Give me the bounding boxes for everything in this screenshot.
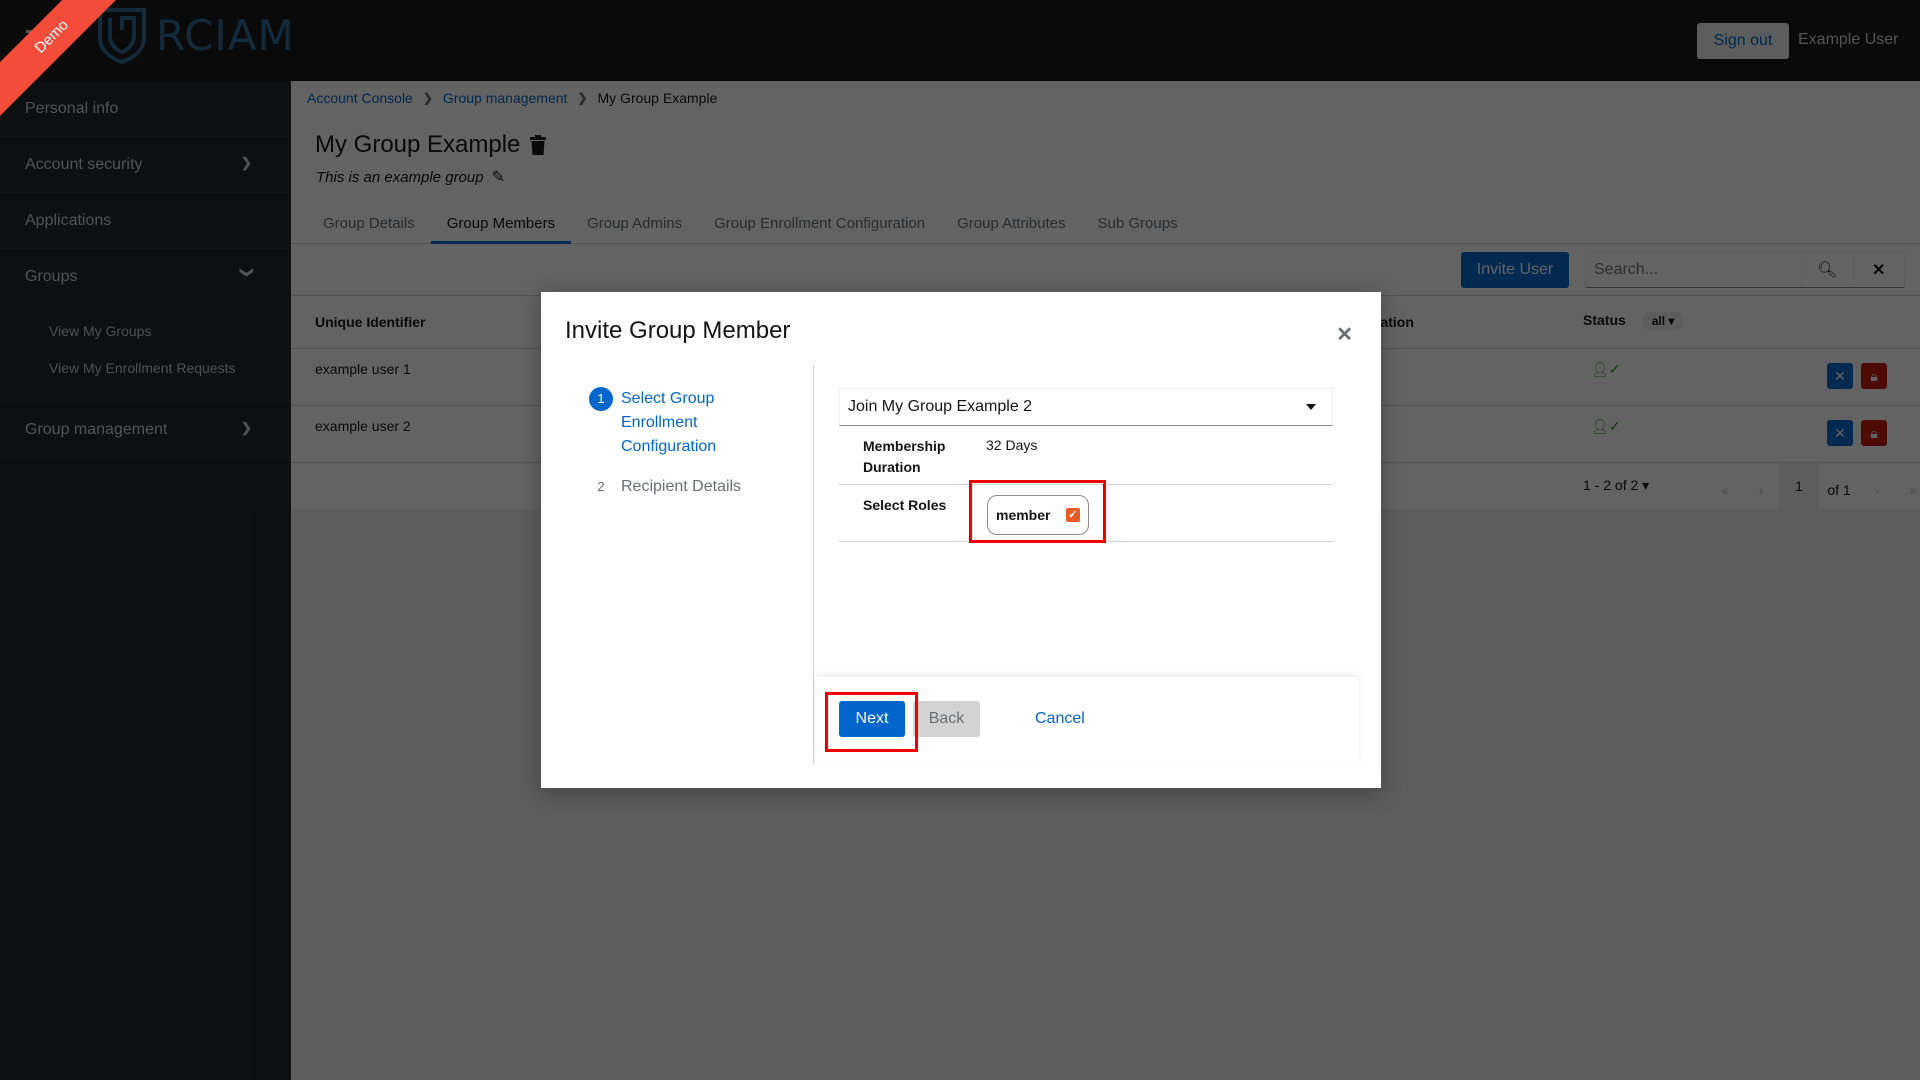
select-roles-label: Select Roles [863, 497, 947, 513]
close-icon[interactable]: ✕ [1336, 322, 1353, 347]
step-number: 1 [589, 387, 613, 411]
step-number: 2 [597, 479, 605, 494]
enrollment-configuration-select[interactable]: Join My Group Example 2 [839, 388, 1333, 426]
membership-duration-label: Membership Duration [863, 438, 946, 475]
invite-group-member-modal: Invite Group Member ✕ 1 Select Group Enr… [541, 292, 1381, 788]
roles-highlight-box [969, 480, 1106, 543]
wizard-step-1[interactable]: 1 Select Group Enrollment Configuration [589, 387, 741, 459]
membership-duration-value: 32 Days [986, 437, 1038, 453]
wizard-step-2[interactable]: 2 Recipient Details [589, 475, 741, 499]
back-button[interactable]: Back [913, 701, 980, 737]
next-highlight-box [825, 692, 918, 752]
caret-down-icon [1306, 404, 1316, 410]
step-label: Select Group Enrollment Configuration [621, 390, 717, 455]
modal-title: Invite Group Member [565, 317, 791, 344]
cancel-button[interactable]: Cancel [1025, 701, 1095, 737]
step-label: Recipient Details [621, 478, 742, 495]
membership-duration-row: Membership Duration 32 Days [839, 426, 1333, 485]
enrollment-select-value: Join My Group Example 2 [848, 398, 1033, 415]
